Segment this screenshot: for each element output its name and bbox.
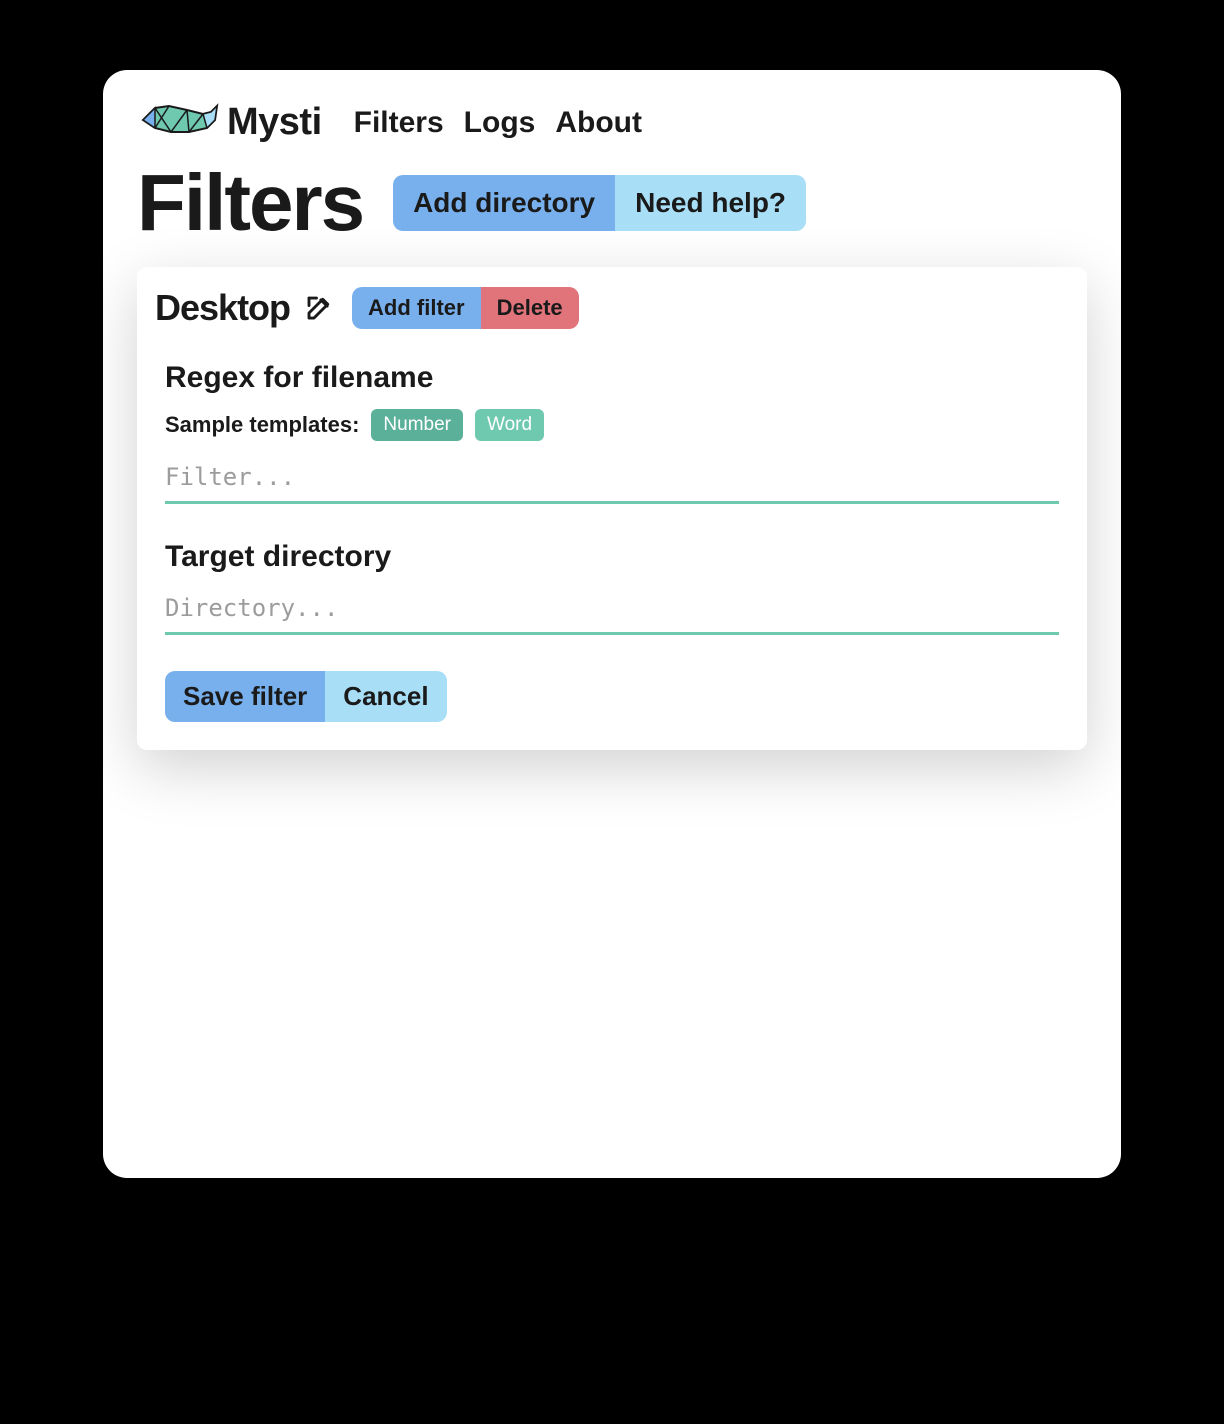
nav-link-logs[interactable]: Logs [464,106,536,140]
page-header: Filters Add directory Need help? [137,163,1087,243]
brand-name: Mysti [227,101,322,144]
target-directory-input[interactable] [165,588,1059,635]
app-window: Mysti Filters Logs About Filters Add dir… [103,70,1121,1178]
nav-links: Filters Logs About [354,106,642,140]
edit-icon[interactable] [304,293,334,323]
add-directory-button[interactable]: Add directory [393,175,615,231]
nav-link-about[interactable]: About [555,106,642,140]
nav-link-filters[interactable]: Filters [354,106,444,140]
add-filter-button[interactable]: Add filter [352,287,481,329]
need-help-button[interactable]: Need help? [615,175,806,231]
directory-name: Desktop [155,287,290,329]
directory-title-wrap: Desktop [155,287,334,329]
page-title: Filters [137,163,363,243]
card-header: Desktop Add filter Delete [155,287,1069,329]
template-number-button[interactable]: Number [371,409,463,441]
brand-logo-icon [137,100,225,145]
top-nav: Mysti Filters Logs About [137,100,1087,145]
template-word-button[interactable]: Word [475,409,544,441]
page-header-buttons: Add directory Need help? [393,175,806,231]
sample-templates-label: Sample templates: [165,412,359,438]
save-filter-button[interactable]: Save filter [165,671,325,722]
delete-directory-button[interactable]: Delete [481,287,579,329]
filter-actions: Save filter Cancel [155,671,1069,722]
brand[interactable]: Mysti [137,100,322,145]
target-directory-section: Target directory [155,540,1069,635]
regex-section-title: Regex for filename [165,361,1059,395]
directory-card: Desktop Add filter Delete Regex for file… [137,267,1087,750]
target-directory-title: Target directory [165,540,1059,574]
cancel-button[interactable]: Cancel [325,671,446,722]
card-header-buttons: Add filter Delete [352,287,579,329]
regex-section: Regex for filename Sample templates: Num… [155,361,1069,504]
sample-templates-row: Sample templates: Number Word [165,409,1059,441]
regex-input[interactable] [165,457,1059,504]
